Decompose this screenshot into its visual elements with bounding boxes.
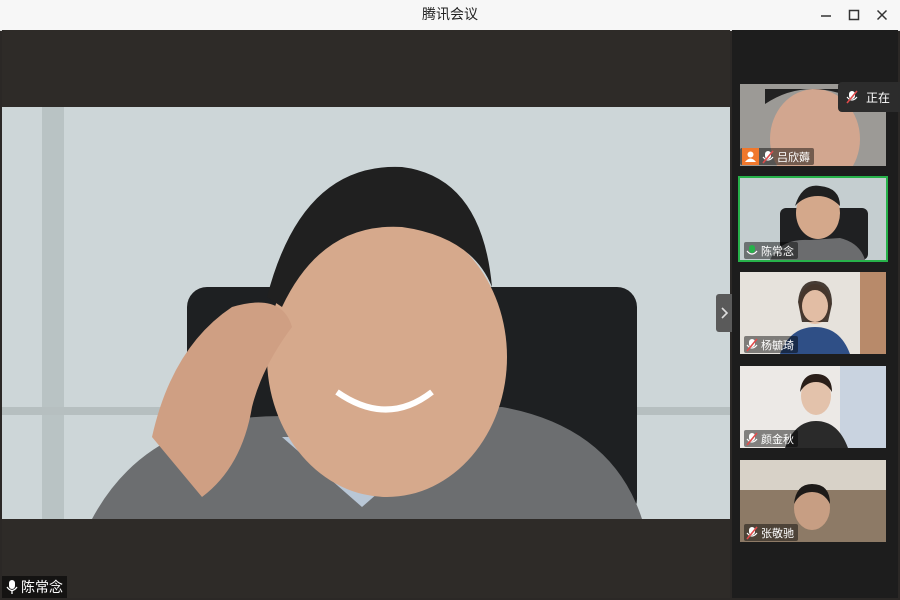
mic-on-icon <box>746 244 758 255</box>
title-bar: 腾讯会议 <box>0 0 900 31</box>
main-speaker-name: 陈常念 <box>21 580 63 596</box>
participant-label: 陈常念 <box>744 242 798 259</box>
participant-tile-active[interactable]: 陈常念 <box>738 176 888 262</box>
speaking-indicator: 正在 <box>838 82 900 112</box>
participant-name: 张敬驰 <box>761 526 794 540</box>
chevron-right-icon <box>721 307 729 319</box>
participant-name: 吕欣薅 <box>777 150 810 164</box>
mic-muted-icon <box>846 90 858 104</box>
minimize-button[interactable] <box>818 7 834 23</box>
collapse-sidebar-button[interactable] <box>716 294 732 332</box>
participant-name: 陈常念 <box>761 244 794 258</box>
speaker-video-image <box>2 107 730 519</box>
mic-on-icon <box>6 580 18 594</box>
close-icon <box>876 9 888 21</box>
mic-muted-icon <box>762 149 774 164</box>
window-title: 腾讯会议 <box>422 7 478 23</box>
minimize-icon <box>821 15 831 17</box>
participant-name: 杨毓琦 <box>761 338 794 352</box>
mic-muted-icon <box>746 431 758 446</box>
main-speaker-label: 陈常念 <box>2 576 67 598</box>
mic-muted-icon <box>746 525 758 540</box>
participant-name: 颜金秋 <box>761 432 794 446</box>
speaking-indicator-label: 正在 <box>866 90 891 105</box>
participant-tile[interactable]: 颜金秋 <box>740 366 886 448</box>
mic-muted-icon <box>746 337 758 352</box>
maximize-button[interactable] <box>846 7 862 23</box>
participant-label: 吕欣薅 <box>740 148 814 165</box>
participant-label: 张敬驰 <box>744 524 798 541</box>
participant-label: 杨毓琦 <box>744 336 798 353</box>
host-badge-icon <box>742 148 759 165</box>
maximize-icon <box>848 9 860 21</box>
participant-tile[interactable]: 杨毓琦 <box>740 272 886 354</box>
close-button[interactable] <box>874 7 890 23</box>
participant-tile[interactable]: 张敬驰 <box>740 460 886 542</box>
participant-label: 颜金秋 <box>744 430 798 447</box>
main-video-feed[interactable] <box>2 107 730 519</box>
